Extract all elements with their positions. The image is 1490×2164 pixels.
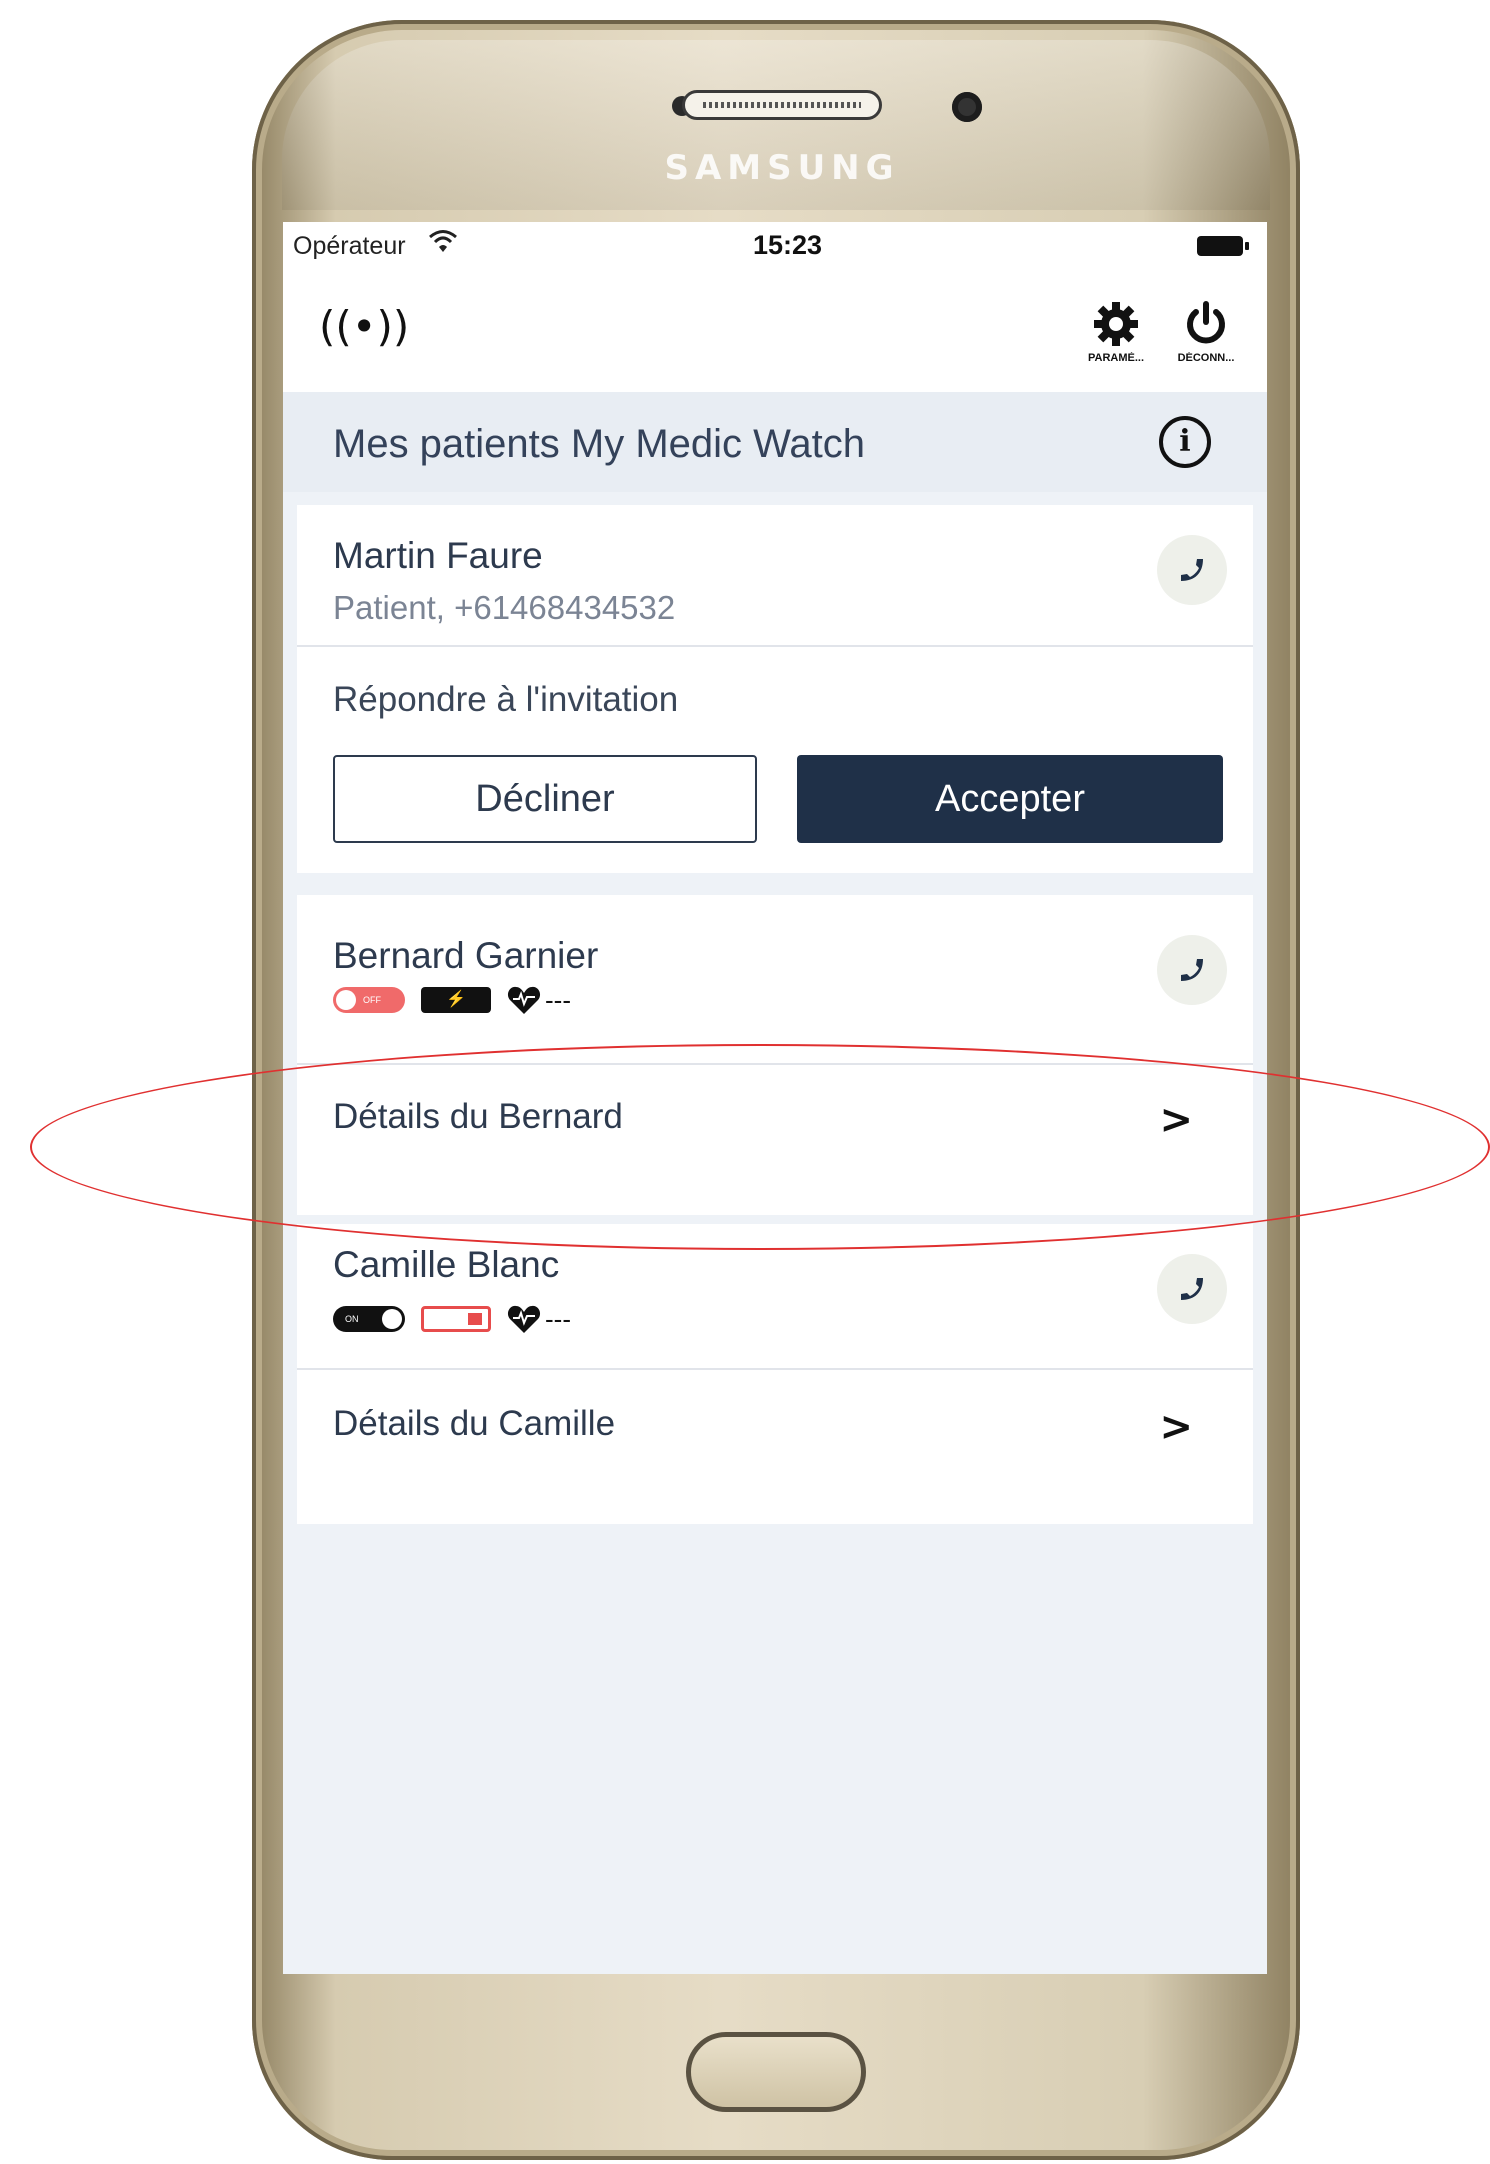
- call-button[interactable]: [1157, 1254, 1227, 1324]
- divider: [297, 1368, 1253, 1370]
- patient-card: Bernard Garnier OFF ⚡ --- Détails du Ber…: [297, 895, 1253, 1215]
- watch-toggle[interactable]: ON: [333, 1306, 405, 1332]
- battery-low-icon: [421, 1306, 491, 1332]
- invitation-card: Martin Faure Patient, +61468434532 Répon…: [297, 505, 1253, 873]
- details-label: Détails du Camille: [333, 1404, 616, 1443]
- device-status: ON ---: [333, 1304, 571, 1334]
- power-icon: [1187, 301, 1225, 344]
- info-icon[interactable]: i: [1159, 416, 1211, 468]
- chevron-right-icon: >: [1159, 1404, 1193, 1450]
- chevron-right-icon: >: [1159, 1097, 1193, 1143]
- app-screen: Opérateur 15:23 ((•)) PARAMÈ... DÉCONN..…: [283, 222, 1267, 1974]
- section-title: Mes patients My Medic Watch: [333, 422, 866, 466]
- details-label: Détails du Bernard: [333, 1097, 623, 1136]
- logout-label: DÉCONN...: [1177, 352, 1235, 364]
- divider: [297, 1063, 1253, 1065]
- battery-charging-icon: ⚡: [421, 987, 491, 1013]
- phone-icon: [1181, 1278, 1203, 1300]
- home-button[interactable]: [686, 2032, 866, 2112]
- earpiece-speaker: [682, 90, 882, 120]
- invitation-prompt: Répondre à l'invitation: [333, 680, 679, 719]
- patient-details-link[interactable]: Détails du Bernard >: [297, 1067, 1253, 1167]
- device-status: OFF ⚡ ---: [333, 985, 571, 1015]
- toggle-knob: [382, 1309, 402, 1329]
- patient-subtitle: Patient, +61468434532: [333, 589, 676, 626]
- accept-button[interactable]: Accepter: [797, 755, 1223, 843]
- decline-button[interactable]: Décliner: [333, 755, 757, 843]
- toggle-label: ON: [345, 1314, 359, 1324]
- logout-button[interactable]: DÉCONN...: [1161, 300, 1251, 364]
- heart-icon: [507, 986, 541, 1014]
- patient-details-link[interactable]: Détails du Camille >: [297, 1374, 1253, 1474]
- front-camera: [952, 92, 982, 122]
- heart-rate: ---: [507, 1304, 571, 1335]
- patient-name: Bernard Garnier: [333, 935, 599, 976]
- divider: [297, 645, 1253, 647]
- watch-toggle[interactable]: OFF: [333, 987, 405, 1013]
- gear-icon: [1094, 302, 1138, 346]
- battery-icon: [1197, 236, 1249, 256]
- phone-icon: [1181, 959, 1203, 981]
- app-header: ((•)) PARAMÈ... DÉCONN...: [283, 272, 1267, 392]
- call-button[interactable]: [1157, 935, 1227, 1005]
- status-bar: Opérateur 15:23: [283, 222, 1267, 272]
- heart-rate-value: ---: [545, 984, 571, 1015]
- patient-card: Camille Blanc ON --- Détails du Camille …: [297, 1224, 1253, 1524]
- patient-name: Camille Blanc: [333, 1244, 560, 1285]
- clock: 15:23: [753, 230, 823, 260]
- toggle-label: OFF: [363, 995, 381, 1005]
- wifi-icon: [428, 228, 458, 261]
- toggle-knob: [336, 990, 356, 1010]
- app-logo-icon: ((•)): [319, 302, 410, 351]
- carrier-name: Opérateur: [293, 232, 406, 260]
- phone-icon: [1181, 559, 1203, 581]
- patient-name: Martin Faure: [333, 535, 543, 576]
- heart-rate-value: ---: [545, 1303, 571, 1334]
- call-button[interactable]: [1157, 535, 1227, 605]
- section-header: Mes patients My Medic Watch i: [283, 392, 1267, 492]
- settings-button[interactable]: PARAMÈ...: [1071, 300, 1161, 364]
- heart-rate: ---: [507, 985, 571, 1016]
- settings-label: PARAMÈ...: [1087, 352, 1145, 364]
- heart-icon: [507, 1305, 541, 1333]
- device-brand: SAMSUNG: [664, 148, 900, 188]
